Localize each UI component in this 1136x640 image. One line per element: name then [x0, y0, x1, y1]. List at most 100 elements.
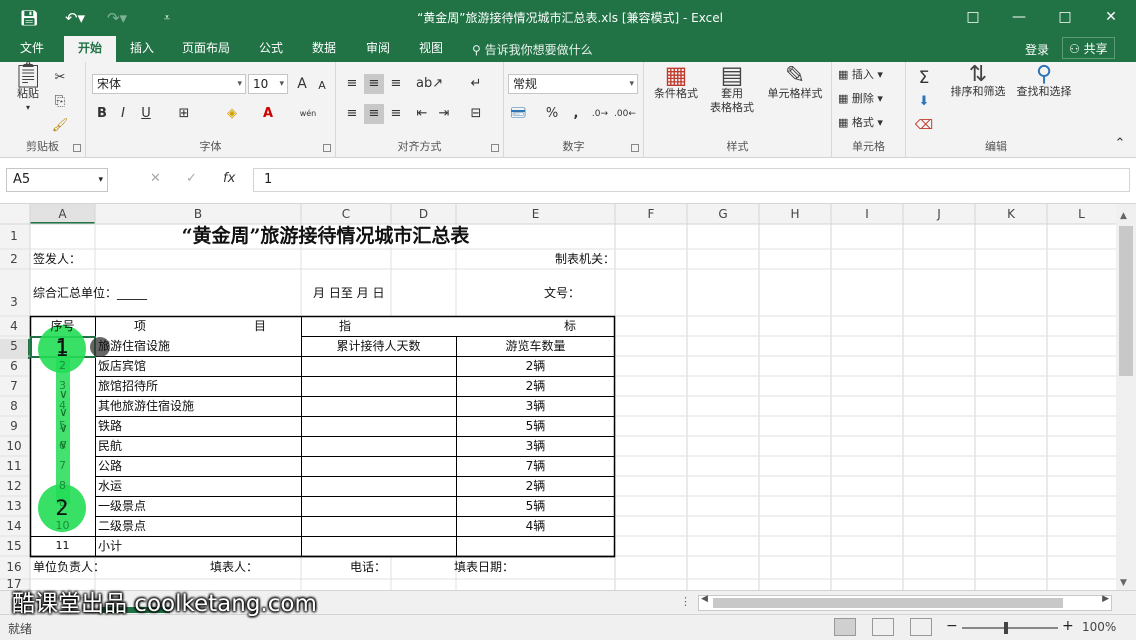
border-icon[interactable]: ⊞ — [174, 104, 194, 124]
bus-count-cell[interactable]: 5辆 — [456, 416, 615, 436]
page-layout-view-button[interactable] — [872, 618, 894, 636]
tab-home[interactable]: 开始 — [64, 36, 116, 62]
merge-center-icon[interactable]: ⊟ — [466, 104, 486, 124]
dialog-launcher-icon[interactable] — [631, 144, 639, 152]
format-as-table-button[interactable]: ▤ 套用 表格格式 — [702, 63, 762, 115]
column-header-i[interactable]: I — [831, 204, 903, 224]
share-button[interactable]: ⚇ 共享 — [1062, 37, 1115, 59]
comma-button[interactable]: , — [566, 104, 586, 124]
row-header-9[interactable]: 9 — [0, 416, 28, 436]
tab-view[interactable]: 视图 — [413, 36, 449, 62]
row-header-10[interactable]: 10 — [0, 436, 28, 456]
column-header-b[interactable]: B — [95, 204, 301, 224]
cut-icon[interactable]: ✂ — [50, 68, 70, 88]
row-header-6[interactable]: 6 — [0, 356, 28, 376]
formula-input[interactable]: 1 — [253, 168, 1130, 192]
customize-toolbar-icon[interactable]: ⩡ — [158, 6, 176, 30]
dialog-launcher-icon[interactable] — [323, 144, 331, 152]
increase-decimal-icon[interactable]: .0→ — [590, 104, 610, 124]
seq-cell[interactable]: 5 — [30, 416, 95, 436]
bus-count-cell[interactable]: 3辆 — [456, 436, 615, 456]
column-header-f[interactable]: F — [615, 204, 687, 224]
column-header-a[interactable]: A — [30, 204, 95, 224]
tab-formulas[interactable]: 公式 — [253, 36, 289, 62]
tab-file[interactable]: 文件 — [14, 36, 50, 62]
align-middle-icon[interactable]: ≡ — [364, 74, 384, 94]
item-name-cell[interactable]: 小计 — [95, 536, 301, 556]
item-name-cell[interactable]: 二级景点 — [95, 516, 301, 536]
bus-count-cell[interactable]: 4辆 — [456, 516, 615, 536]
ribbon-display-icon[interactable]: □ — [958, 4, 988, 30]
dialog-launcher-icon[interactable] — [491, 144, 499, 152]
horizontal-scrollbar[interactable]: ◀ ▶ — [698, 594, 1112, 611]
column-header-l[interactable]: L — [1047, 204, 1116, 224]
zoom-level[interactable]: 100% — [1082, 620, 1116, 634]
format-painter-icon[interactable]: 🖌︎ — [50, 116, 70, 136]
item-name-cell[interactable]: 饭店宾馆 — [95, 356, 301, 376]
increase-font-icon[interactable]: A — [292, 74, 312, 94]
currency-icon[interactable]: 💳︎ — [508, 104, 528, 124]
bus-count-cell[interactable]: 3辆 — [456, 396, 615, 416]
undo-icon[interactable]: ↶▾ — [62, 6, 88, 30]
close-button[interactable]: ✕ — [1096, 4, 1126, 30]
item-name-cell[interactable]: 民航 — [95, 436, 301, 456]
orientation-icon[interactable]: ab↗ — [416, 74, 443, 94]
row-header-12[interactable]: 12 — [0, 476, 28, 496]
row-header-2[interactable]: 2 — [0, 249, 28, 269]
column-header-j[interactable]: J — [903, 204, 975, 224]
align-right-icon[interactable]: ≡ — [386, 104, 406, 124]
redo-icon[interactable]: ↷▾ — [104, 6, 130, 30]
tab-data[interactable]: 数据 — [306, 36, 342, 62]
seq-cell[interactable]: 11 — [30, 536, 95, 556]
find-select-button[interactable]: ⚲ 查找和选择 — [1012, 64, 1076, 99]
decrease-indent-icon[interactable]: ⇤ — [412, 104, 432, 124]
insert-cells-button[interactable]: ▦ 插入 ▾ — [838, 68, 883, 82]
tab-page-layout[interactable]: 页面布局 — [176, 36, 236, 62]
maximize-button[interactable]: □ — [1050, 4, 1080, 30]
number-format-combo[interactable]: 常规 ▾ — [508, 74, 638, 94]
conditional-format-button[interactable]: ▦ 条件格式 — [648, 63, 704, 101]
bus-count-cell[interactable] — [456, 336, 615, 356]
decrease-font-icon[interactable]: A — [312, 76, 332, 96]
insert-function-icon[interactable]: fx — [223, 171, 235, 186]
item-name-cell[interactable]: 铁路 — [95, 416, 301, 436]
cancel-icon[interactable]: ✕ — [150, 171, 161, 186]
autosum-icon[interactable]: Σ — [914, 68, 934, 88]
wrap-text-icon[interactable]: ↵ — [466, 74, 486, 94]
row-header-5[interactable]: 5 — [0, 336, 28, 356]
sign-in-link[interactable]: 登录 — [1025, 41, 1049, 58]
sort-filter-button[interactable]: ⇅ 排序和筛选 — [946, 64, 1010, 99]
italic-button[interactable]: I — [113, 104, 133, 124]
tab-insert[interactable]: 插入 — [124, 36, 160, 62]
scroll-right-icon[interactable]: ▶ — [1102, 594, 1109, 604]
row-header-3[interactable]: 3 — [0, 289, 28, 316]
delete-cells-button[interactable]: ▦ 删除 ▾ — [838, 92, 883, 106]
item-name-cell[interactable]: 其他旅游住宿设施 — [95, 396, 301, 416]
row-header-16[interactable]: 16 — [0, 556, 28, 579]
bus-count-cell[interactable]: 2辆 — [456, 376, 615, 396]
zoom-slider[interactable] — [962, 622, 1058, 634]
seq-cell[interactable]: 4 — [30, 396, 95, 416]
row-header-8[interactable]: 8 — [0, 396, 28, 416]
fill-color-icon[interactable]: ◈ — [222, 104, 242, 124]
row-header-13[interactable]: 13 — [0, 496, 28, 516]
seq-cell[interactable]: 6 — [30, 436, 95, 456]
scroll-left-icon[interactable]: ◀ — [701, 594, 708, 604]
bus-count-cell[interactable] — [456, 536, 615, 556]
underline-button[interactable]: U — [136, 104, 156, 124]
row-header-14[interactable]: 14 — [0, 516, 28, 536]
row-header-1[interactable]: 1 — [0, 224, 28, 249]
percent-button[interactable]: % — [542, 104, 562, 124]
item-name-cell[interactable]: 旅馆招待所 — [95, 376, 301, 396]
column-header-d[interactable]: D — [391, 204, 456, 224]
phonetic-icon[interactable]: wén — [298, 104, 318, 124]
enter-icon[interactable]: ✓ — [186, 171, 197, 186]
item-name-cell[interactable]: 旅游住宿设施 — [95, 336, 301, 356]
seq-cell[interactable]: 7 — [30, 456, 95, 476]
item-name-cell[interactable]: 一级景点 — [95, 496, 301, 516]
scroll-split-icon[interactable]: ⋮ — [680, 595, 691, 608]
align-left-icon[interactable]: ≡ — [342, 104, 362, 124]
zoom-in-icon[interactable]: + — [1062, 618, 1074, 634]
item-name-cell[interactable]: 公路 — [95, 456, 301, 476]
bold-button[interactable]: B — [92, 104, 112, 124]
